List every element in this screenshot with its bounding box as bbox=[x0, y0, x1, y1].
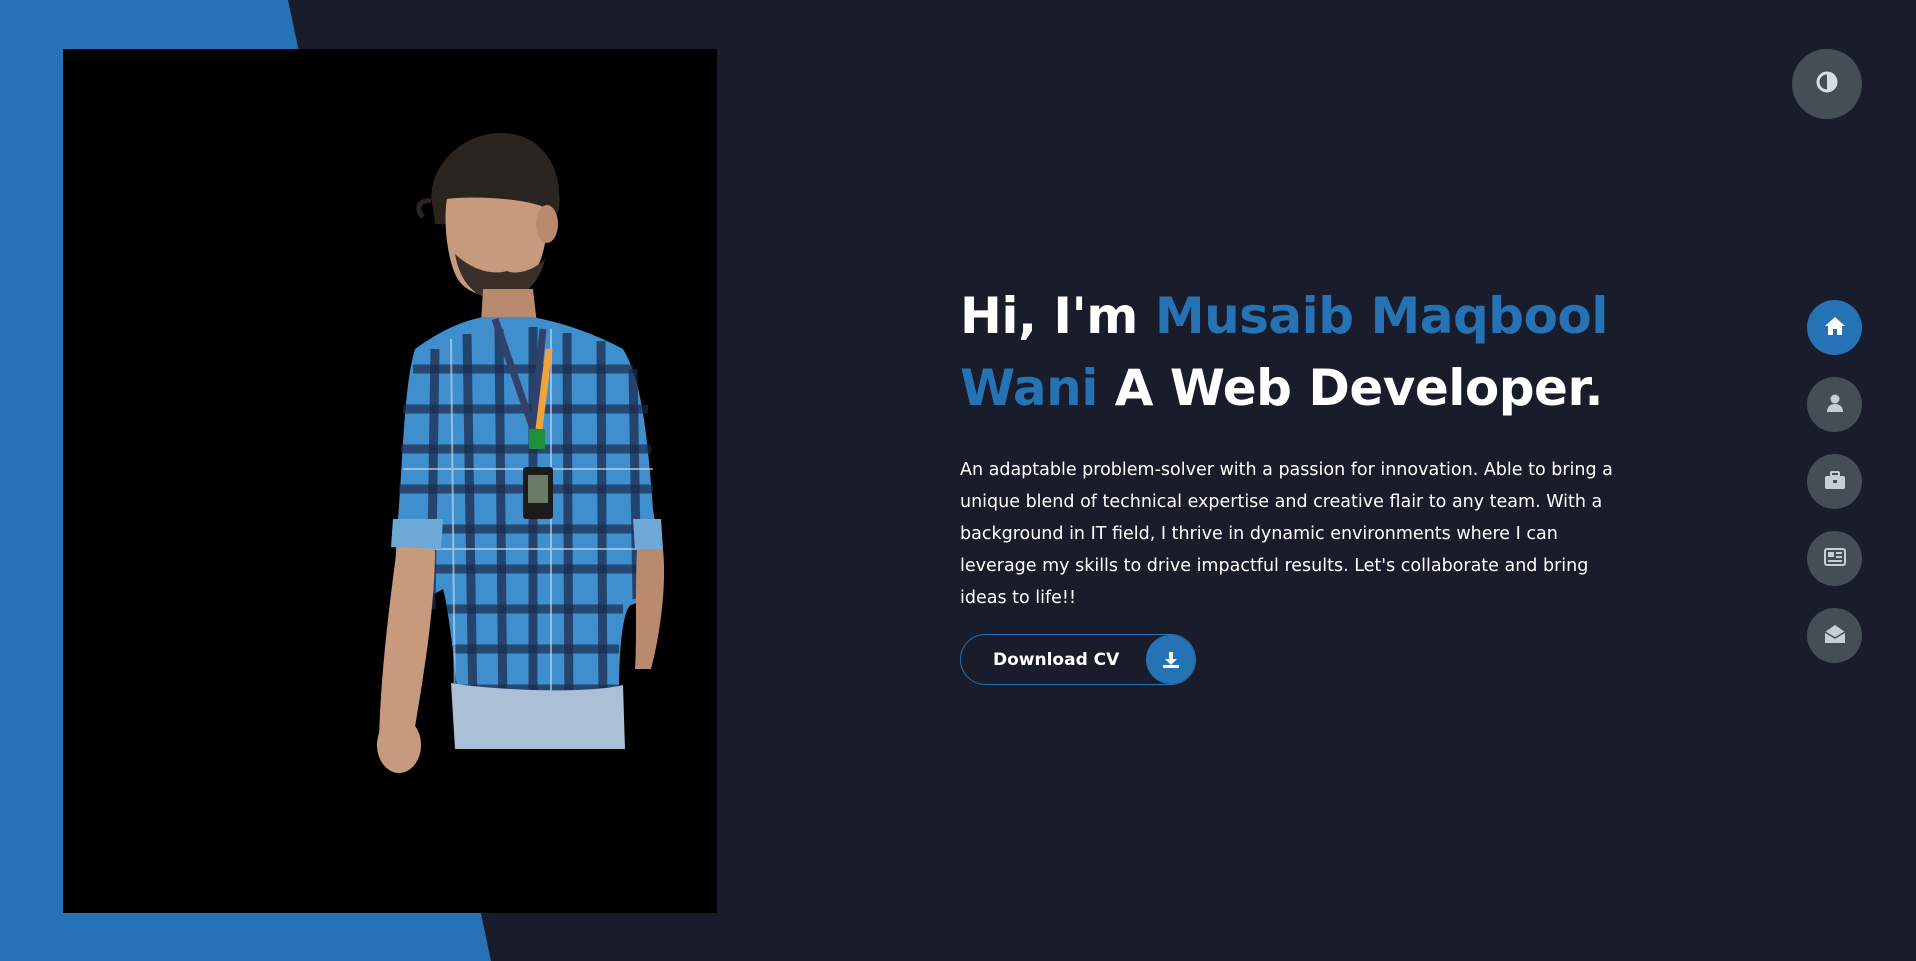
hero-section: Hi, I'm Musaib Maqbool Wani A Web Develop… bbox=[960, 280, 1630, 685]
profile-photo bbox=[63, 49, 717, 913]
nav-home-button[interactable] bbox=[1807, 300, 1862, 355]
home-page: Hi, I'm Musaib Maqbool Wani A Web Develop… bbox=[0, 0, 1916, 961]
envelope-open-icon bbox=[1824, 624, 1846, 648]
headline-name-line2: Wani bbox=[960, 359, 1098, 417]
nav-blog-button[interactable] bbox=[1807, 531, 1862, 586]
headline-title: A Web Developer. bbox=[1097, 359, 1604, 417]
headline-name-line1: Musaib Maqbool bbox=[1154, 287, 1609, 345]
home-icon bbox=[1824, 316, 1846, 340]
user-icon bbox=[1825, 393, 1845, 417]
contrast-icon bbox=[1815, 70, 1839, 98]
nav-about-button[interactable] bbox=[1807, 377, 1862, 432]
newspaper-icon bbox=[1823, 547, 1846, 570]
nav-contact-button[interactable] bbox=[1807, 608, 1862, 663]
nav-portfolio-button[interactable] bbox=[1807, 454, 1862, 509]
theme-toggle-button[interactable] bbox=[1792, 49, 1862, 119]
hero-headline: Hi, I'm Musaib Maqbool Wani A Web Develop… bbox=[960, 280, 1630, 424]
download-icon bbox=[1146, 635, 1195, 684]
download-cv-button[interactable]: Download CV bbox=[960, 634, 1196, 685]
hero-bio: An adaptable problem-solver with a passi… bbox=[960, 460, 1613, 608]
briefcase-icon bbox=[1824, 470, 1846, 494]
headline-greeting: Hi, I'm bbox=[960, 287, 1155, 345]
download-cv-label: Download CV bbox=[993, 649, 1120, 670]
